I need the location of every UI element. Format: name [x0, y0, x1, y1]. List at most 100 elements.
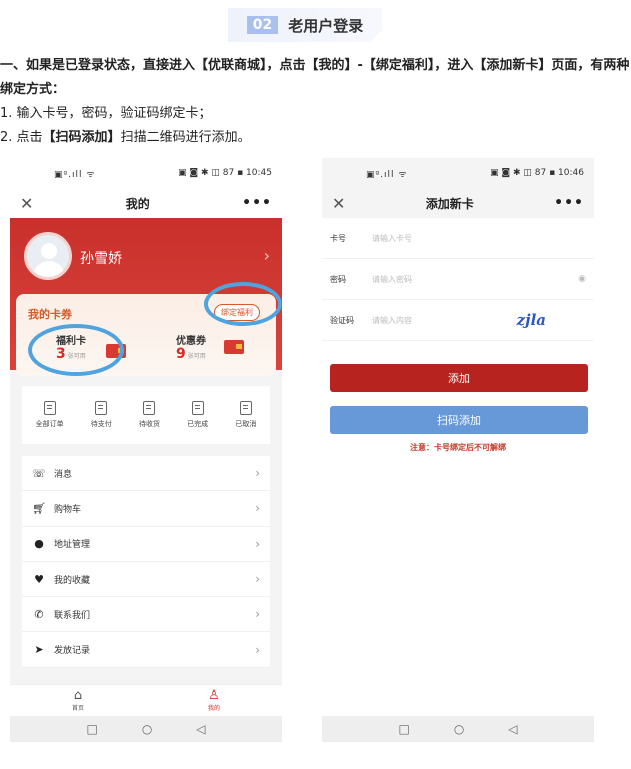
truck-icon: [143, 401, 156, 415]
card-number-input[interactable]: 请输入卡号: [372, 233, 586, 244]
menu-label: 我的收藏: [54, 575, 91, 586]
cart-icon: 🛒︎: [32, 501, 46, 515]
status-bar: ▣ᵍ.ıll ᯤ ▣ ◙ ✱ ◫ 87 ▪ 10:46: [322, 158, 594, 188]
password-label: 密码: [330, 274, 346, 284]
highlight-ring-bind: [204, 282, 282, 326]
menu-list: ☏ 消息 › 🛒︎ 购物车 › ● 地址管理 › ♥ 我的收藏 › ✆ 联系我们 › ➤ 发放记录 ›: [22, 456, 270, 668]
home-icon: ⌂: [73, 688, 83, 703]
order-shipping[interactable]: 待收货: [139, 401, 160, 429]
order-cancelled[interactable]: 已取消: [235, 401, 256, 429]
status-left: ▣ᵍ.ıll ᯤ: [366, 169, 408, 180]
status-right: ▣ ◙ ✱ ◫ 87 ▪ 10:46: [490, 168, 584, 178]
captcha-input[interactable]: 请输入内容: [372, 315, 517, 326]
status-right: ▣ ◙ ✱ ◫ 87 ▪ 10:45: [178, 168, 272, 178]
order-unpaid[interactable]: 待支付: [91, 401, 112, 429]
close-icon[interactable]: ✕: [20, 194, 33, 213]
location-icon: ●: [34, 537, 44, 551]
add-button[interactable]: 添加: [330, 364, 588, 392]
instruction-step-intro: 一、如果是已登录状态，直接进入【优联商城】，点击【我的】-【绑定福利】，进入【添…: [0, 58, 630, 97]
status-left: ▣ᵍ.ıll ᯤ: [54, 169, 96, 180]
page-title: 我的: [125, 196, 150, 211]
menu-label: 发放记录: [54, 646, 91, 657]
menu-label: 地址管理: [54, 540, 91, 551]
order-all[interactable]: 全部订单: [36, 401, 64, 429]
menu-label: 联系我们: [54, 610, 91, 621]
order-list-icon: [43, 401, 56, 415]
back-icon[interactable]: ◁: [196, 722, 205, 736]
menu-item-message[interactable]: ☏ 消息 ›: [22, 456, 270, 492]
captcha-row: 验证码 请输入内容 zjla: [322, 300, 594, 341]
recent-apps-icon[interactable]: □: [398, 722, 409, 736]
scan-add-button[interactable]: 扫码添加: [330, 406, 588, 434]
chevron-right-icon: ›: [255, 536, 260, 551]
header-corner: [370, 30, 382, 42]
captcha-label: 验证码: [330, 315, 354, 325]
page-title: 添加新卡: [425, 196, 474, 211]
section-number: 02: [246, 16, 279, 34]
avatar[interactable]: [24, 232, 72, 280]
highlight-ring-welfare: [28, 324, 124, 376]
status-bar: ▣ᵍ.ıll ᯤ ▣ ◙ ✱ ◫ 87 ▪ 10:45: [10, 158, 282, 188]
more-icon[interactable]: •••: [554, 195, 584, 211]
menu-item-records[interactable]: ➤ 发放记录 ›: [22, 632, 270, 668]
order-label: 已完成: [187, 420, 209, 428]
card-number-row: 卡号 请输入卡号: [322, 218, 594, 259]
menu-label: 消息: [54, 469, 73, 480]
coupon-label[interactable]: 优惠券: [176, 332, 206, 347]
chevron-right-icon[interactable]: ›: [264, 246, 270, 265]
card-number-label: 卡号: [330, 233, 346, 243]
bind-warning: 注意：卡号绑定后不可解绑: [410, 443, 506, 452]
menu-item-address[interactable]: ● 地址管理 ›: [22, 527, 270, 562]
close-icon[interactable]: ✕: [332, 194, 345, 213]
tab-label: 首页: [71, 705, 84, 712]
instruction-step-2: 2. 点击【扫码添加】扫描二维码进行添加。: [0, 126, 631, 150]
tab-bar: ⌂ 首页 ♙ 我的: [10, 684, 282, 716]
section-header: 02 老用户登录: [228, 8, 382, 42]
send-icon: ➤: [34, 643, 44, 657]
order-label: 已取消: [235, 420, 257, 428]
coupon-count[interactable]: 9 张可用: [176, 346, 206, 362]
menu-item-cart[interactable]: 🛒︎ 购物车 ›: [22, 491, 270, 527]
back-icon[interactable]: ◁: [508, 722, 517, 736]
menu-item-contact[interactable]: ✆ 联系我们 ›: [22, 597, 270, 633]
tab-label: 我的: [207, 705, 220, 712]
menu-item-favorites[interactable]: ♥ 我的收藏 ›: [22, 562, 270, 598]
home-circle-icon[interactable]: ○: [142, 722, 152, 736]
instruction-step-1: 1. 输入卡号，密码，验证码绑定卡；: [0, 106, 212, 121]
step2-bold: 【扫码添加】: [42, 130, 121, 145]
captcha-image[interactable]: zjla: [517, 311, 546, 329]
password-row: 密码 请输入密码 ◉: [322, 259, 594, 300]
eye-icon[interactable]: ◉: [578, 274, 586, 284]
tab-mine[interactable]: ♙ 我的: [146, 685, 282, 716]
home-circle-icon[interactable]: ○: [454, 722, 464, 736]
tab-home[interactable]: ⌂ 首页: [10, 685, 146, 716]
nav-bar: ✕ 添加新卡 •••: [322, 188, 594, 218]
chevron-right-icon: ›: [255, 607, 260, 622]
phone-my-page: ▣ᵍ.ıll ᯤ ▣ ◙ ✱ ◫ 87 ▪ 10:45 ✕ 我的 ••• 孙雪娇…: [10, 158, 282, 742]
order-label: 待支付: [90, 420, 112, 428]
instructions: 一、如果是已登录状态，直接进入【优联商城】，点击【我的】-【绑定福利】，进入【添…: [0, 54, 631, 150]
message-icon: ☏: [32, 466, 46, 480]
coupon-count-value: 9: [176, 346, 186, 362]
order-label: 待收货: [138, 420, 160, 428]
recent-apps-icon[interactable]: □: [86, 722, 97, 736]
menu-label: 购物车: [54, 504, 82, 515]
user-icon: ♙: [208, 688, 220, 703]
step2-prefix: 2. 点击: [0, 130, 43, 145]
chevron-right-icon: ›: [255, 572, 260, 587]
check-doc-icon: [191, 401, 204, 415]
chevron-right-icon: ›: [255, 466, 260, 481]
order-done[interactable]: 已完成: [187, 401, 208, 429]
chevron-right-icon: ›: [255, 642, 260, 657]
chevron-right-icon: ›: [255, 501, 260, 516]
password-input[interactable]: 请输入密码: [372, 274, 578, 285]
order-shortcuts: 全部订单 待支付 待收货 已完成 已取消: [22, 386, 270, 444]
system-nav: □ ○ ◁: [10, 716, 282, 742]
order-label: 全部订单: [35, 420, 64, 428]
coupon-icon: [224, 340, 244, 354]
phone-icon: ✆: [34, 607, 44, 621]
more-icon[interactable]: •••: [242, 195, 272, 211]
system-nav: □ ○ ◁: [322, 716, 594, 742]
step2-suffix: 扫描二维码进行添加。: [120, 130, 251, 145]
cards-title: 我的卡券: [28, 308, 72, 321]
